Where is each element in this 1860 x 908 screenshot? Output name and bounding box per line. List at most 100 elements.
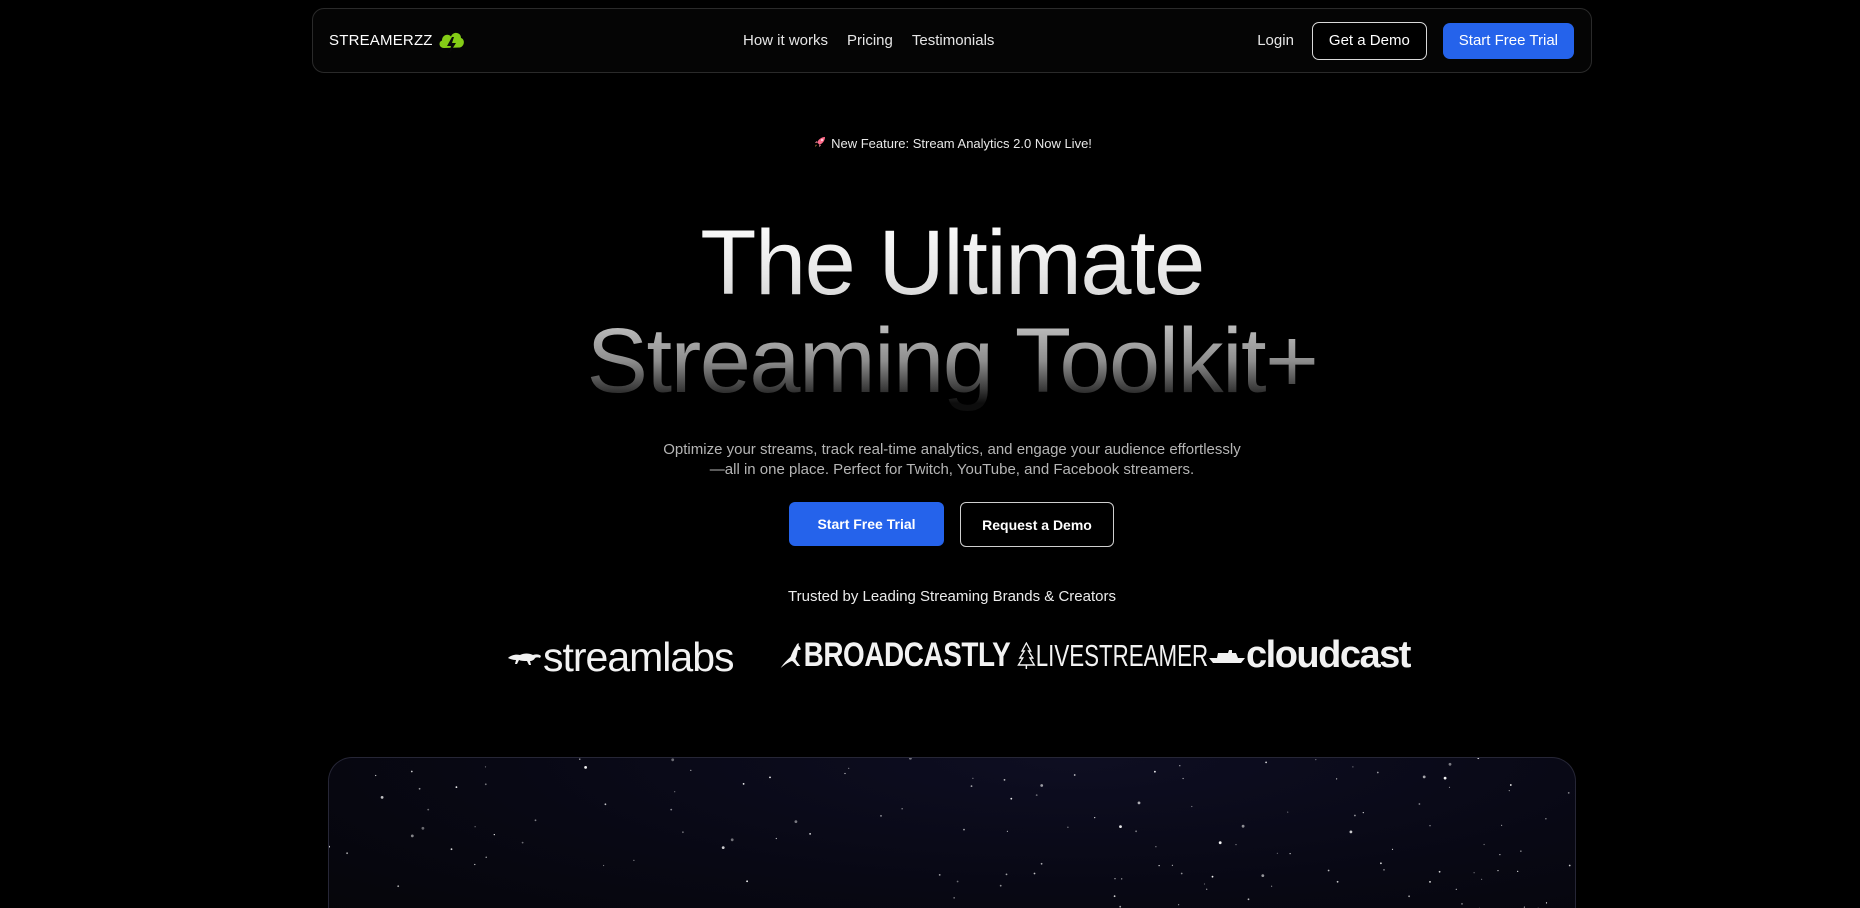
star [584,766,587,769]
star [450,848,453,851]
star [421,826,425,830]
star [1483,843,1485,846]
star [1203,883,1206,885]
nav-start-trial-button[interactable]: Start Free Trial [1442,22,1574,59]
star [1247,898,1250,901]
star [1545,818,1547,820]
star [604,803,607,806]
login-link[interactable]: Login [1257,32,1294,49]
star [671,758,675,762]
star [880,815,882,817]
star [410,770,413,773]
announcement-text: New Feature: Stream Analytics 2.0 Now Li… [831,136,1092,151]
star [1509,784,1512,786]
kangaroo-icon [780,642,801,668]
star [1455,888,1457,890]
star [1352,766,1354,768]
star [1473,872,1475,874]
star [1448,762,1452,766]
star [1429,825,1431,827]
star [380,796,384,799]
star [1006,830,1009,832]
star [1354,814,1356,817]
star [746,880,748,883]
star [1443,776,1447,780]
star [1418,803,1421,805]
trusted-heading: Trusted by Leading Streaming Brands & Cr… [788,588,1116,605]
star [1067,826,1069,828]
ship-icon [1209,649,1245,663]
star [1520,850,1522,852]
nav-link-pricing[interactable]: Pricing [847,32,893,49]
star [1568,864,1571,867]
star [427,808,430,811]
star [410,834,414,838]
star [1336,778,1338,780]
star [1508,790,1510,792]
star [1033,872,1036,875]
hero-title-line-2: Streaming Toolkit+ [0,311,1860,411]
star [970,785,973,787]
star [1315,759,1317,761]
star [579,758,581,760]
star [1119,905,1122,908]
hero-title-line-1: The Ultimate [0,213,1860,313]
star [1119,825,1122,828]
star [794,820,798,823]
logo-broadcastly: BROADCASTLY [779,636,1011,675]
panther-icon [508,653,541,665]
star [1438,870,1441,873]
star [346,852,348,855]
star [1362,812,1364,814]
star [1191,805,1193,808]
star [909,758,912,760]
star [1005,873,1008,876]
star [1327,869,1330,872]
star [1241,824,1245,828]
star [1211,875,1214,878]
star [1429,881,1431,883]
start-free-trial-button[interactable]: Start Free Trial [789,502,944,546]
star [730,838,734,842]
star [455,786,458,788]
star [1114,878,1116,880]
star [972,777,974,779]
star [485,856,487,858]
rocket-icon [815,137,826,147]
star [1408,895,1410,898]
star [848,767,850,769]
star [1481,878,1483,880]
star [999,884,1002,887]
star [1461,903,1463,905]
navbar: STREAMERZZ How it works Pricing Testimon… [312,8,1592,73]
star [375,774,377,777]
star [1497,870,1499,872]
logo-livestreamer: LIVESTREAMER [1017,638,1208,674]
star [1336,880,1339,883]
star [1545,902,1548,904]
star [397,885,400,888]
logo-livestreamer-text: LIVESTREAMER [1035,638,1209,673]
brand-logo[interactable]: STREAMERZZ [329,27,466,55]
announcement-banner[interactable]: New Feature: Stream Analytics 2.0 Now Li… [0,136,1860,151]
nav-link-how-it-works[interactable]: How it works [743,32,828,49]
star [953,897,955,899]
star [1179,765,1181,767]
star [1501,824,1503,826]
star [633,859,635,861]
get-demo-button[interactable]: Get a Demo [1311,21,1427,60]
star [1182,777,1184,780]
logo-streamlabs-text: streamlabs [543,634,735,680]
star [474,826,476,828]
star [1154,770,1156,773]
nav-link-testimonials[interactable]: Testimonials [912,32,995,49]
star [1073,774,1076,776]
star [534,819,537,822]
star [1391,848,1394,850]
star [1206,888,1208,890]
star [329,845,330,848]
star [1121,878,1123,880]
star [775,837,777,840]
logo-cloudcast-text: cloudcast [1246,634,1411,676]
request-demo-button[interactable]: Request a Demo [960,502,1114,547]
